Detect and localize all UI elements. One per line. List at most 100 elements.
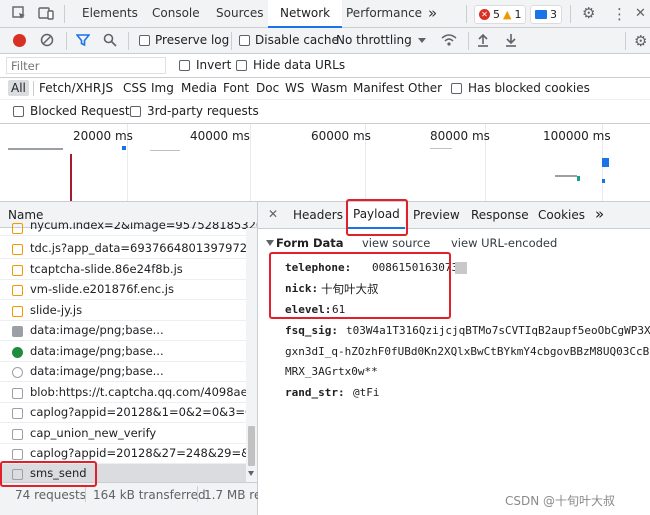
timeline-tick-label: 80000 ms [430, 129, 490, 143]
preserve-log-checkbox[interactable] [139, 35, 150, 46]
tab-response[interactable]: Response [471, 208, 529, 222]
has-blocked-cookies-checkbox[interactable] [451, 83, 462, 94]
document-file-icon [12, 429, 23, 440]
type-manifest-button[interactable]: Manifest [353, 81, 404, 95]
more-detail-tabs-icon[interactable]: » [595, 205, 604, 223]
tab-console[interactable]: Console [152, 0, 200, 27]
timeline-current-marker [70, 154, 72, 201]
timeline-overview[interactable]: 20000 ms 40000 ms 60000 ms 80000 ms 1000… [0, 124, 650, 202]
image-file-icon [12, 367, 23, 378]
view-source-link[interactable]: view source [362, 236, 430, 250]
preserve-log-label: Preserve log [155, 33, 230, 47]
search-icon[interactable] [103, 33, 117, 47]
tab-cookies[interactable]: Cookies [538, 208, 585, 222]
import-har-icon[interactable] [477, 33, 489, 47]
scroll-down-icon[interactable] [248, 471, 254, 476]
list-item[interactable]: tcaptcha-slide.86e24f8b.js [0, 260, 257, 280]
more-tabs-icon[interactable]: » [428, 0, 437, 27]
record-icon[interactable] [13, 34, 26, 47]
disable-cache-checkbox[interactable] [239, 35, 250, 46]
timeline-tick-label: 60000 ms [311, 129, 371, 143]
script-file-icon [12, 244, 23, 255]
view-url-encoded-link[interactable]: view URL-encoded [451, 236, 557, 250]
devtools-toolbar: Elements Console Sources Network Perform… [0, 0, 650, 28]
type-font-button[interactable]: Font [223, 81, 249, 95]
filter-icon[interactable] [75, 33, 91, 47]
customize-menu-icon[interactable]: ⋮ [612, 5, 627, 23]
close-devtools-icon[interactable]: ✕ [635, 6, 646, 21]
invert-label: Invert [196, 58, 232, 72]
messages-counter[interactable]: 3 [530, 5, 562, 24]
form-data-label[interactable]: Form Data [276, 236, 344, 250]
type-js-button[interactable]: JS [102, 81, 113, 95]
device-toolbar-icon[interactable] [38, 6, 54, 20]
hide-data-urls-checkbox[interactable] [236, 60, 247, 71]
type-doc-button[interactable]: Doc [256, 81, 279, 95]
error-icon: ✕ [479, 9, 490, 20]
document-file-icon [12, 449, 23, 460]
highlight-payload-tab [346, 199, 408, 236]
throttling-select[interactable]: No throttling [336, 33, 412, 47]
type-other-button[interactable]: Other [408, 81, 442, 95]
tab-performance[interactable]: Performance [346, 0, 422, 27]
list-item[interactable]: blob:https://t.captcha.qq.com/4098aecb-a… [0, 383, 257, 403]
issues-counter[interactable]: ✕ 5 ▲ 1 [474, 5, 527, 24]
highlight-form-fields [269, 252, 451, 319]
tab-preview[interactable]: Preview [413, 208, 460, 222]
type-css-button[interactable]: CSS [123, 81, 147, 95]
filter-input[interactable] [6, 57, 166, 74]
type-ws-button[interactable]: WS [285, 81, 304, 95]
has-blocked-cookies-label: Has blocked cookies [468, 81, 590, 95]
list-item[interactable]: tdc.js?app_data=6937664801397972992&... [0, 239, 257, 259]
third-party-checkbox[interactable] [130, 106, 141, 117]
image-file-icon [12, 347, 23, 358]
network-settings-gear-icon[interactable]: ⚙ [634, 32, 647, 50]
list-scrollbar-thumb[interactable] [248, 426, 255, 466]
redaction-block [455, 262, 467, 274]
settings-gear-icon[interactable]: ⚙ [582, 6, 595, 21]
list-item[interactable]: slide-jy.js [0, 301, 257, 321]
network-conditions-icon[interactable] [441, 33, 457, 47]
filter-bar: Invert Hide data URLs [0, 54, 650, 78]
watermark-text: CSDN @十旬叶大叔 [505, 494, 616, 508]
list-item[interactable]: cap_union_new_verify [0, 424, 257, 444]
list-item[interactable]: data:image/png;base... [0, 342, 257, 362]
type-img-button[interactable]: Img [151, 81, 174, 95]
type-wasm-button[interactable]: Wasm [311, 81, 347, 95]
list-item[interactable]: nycum.index=2&image=957528185326... [0, 222, 257, 236]
script-file-icon [12, 285, 23, 296]
clear-icon[interactable] [40, 33, 54, 47]
collapse-triangle-icon[interactable] [266, 240, 274, 246]
inspect-element-icon[interactable] [12, 6, 26, 20]
invert-checkbox[interactable] [179, 60, 190, 71]
hide-data-urls-label: Hide data URLs [253, 58, 346, 72]
list-item[interactable]: data:image/png;base... [0, 362, 257, 382]
list-item[interactable]: data:image/png;base... [0, 321, 257, 341]
image-file-icon [12, 326, 23, 337]
document-file-icon [12, 388, 23, 399]
tab-headers[interactable]: Headers [293, 208, 343, 222]
type-media-button[interactable]: Media [181, 81, 217, 95]
type-fetch-xhr-button[interactable]: Fetch/XHR [39, 81, 101, 95]
list-scrollbar[interactable] [246, 228, 257, 482]
tab-elements[interactable]: Elements [82, 0, 138, 27]
blocked-requests-checkbox[interactable] [13, 106, 24, 117]
script-file-icon [12, 223, 23, 234]
timeline-request-bar [122, 146, 126, 150]
transferred-size: 164 kB transferred [93, 488, 206, 502]
tab-sources[interactable]: Sources [216, 0, 263, 27]
timeline-request-bar [430, 148, 452, 149]
list-item[interactable]: caplog?appid=20128&1=0&2=0&3=0&4... [0, 403, 257, 423]
export-har-icon[interactable] [505, 33, 517, 47]
blocked-filter-bar: Blocked Requests 3rd-party requests [0, 100, 650, 124]
chevron-down-icon[interactable] [418, 38, 426, 43]
name-column-label: Name [8, 208, 44, 222]
request-detail-pane: ✕ Headers Payload Preview Response Cooki… [258, 202, 650, 515]
warning-count: 1 [514, 8, 522, 21]
timeline-tick-label: 40000 ms [190, 129, 250, 143]
close-detail-icon[interactable]: ✕ [268, 207, 278, 221]
tab-network[interactable]: Network [268, 0, 343, 28]
type-all-button[interactable]: All [8, 80, 29, 96]
detail-tab-bar: ✕ Headers Payload Preview Response Cooki… [258, 202, 650, 229]
list-item[interactable]: vm-slide.e201876f.enc.js [0, 280, 257, 300]
